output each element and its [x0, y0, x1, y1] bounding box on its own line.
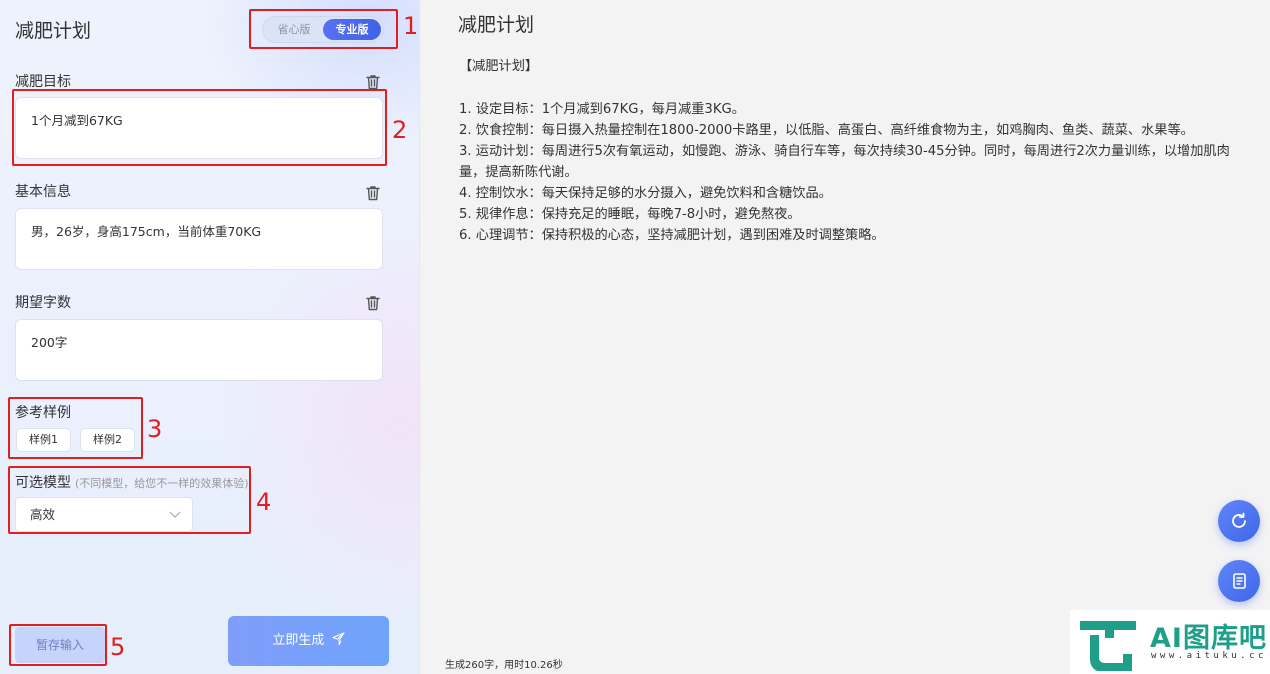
watermark: AI图库吧 www.aituku.cc	[1070, 610, 1270, 674]
annotation-box-3	[8, 397, 143, 459]
watermark-url: www.aituku.cc	[1151, 651, 1267, 661]
basic-info-label: 基本信息	[15, 184, 71, 200]
output-line: 6. 心理调节：保持积极的心态，坚持减肥计划，遇到困难及时调整策略。	[459, 228, 885, 243]
basic-info-input[interactable]: 男，26岁，身高175cm，当前体重70KG	[15, 208, 383, 270]
annotation-box-4	[8, 466, 251, 534]
send-icon	[332, 632, 345, 646]
output-panel: 减肥计划 【减肥计划】 1. 设定目标：1个月减到67KG，每月减重3KG。 2…	[421, 0, 1270, 674]
trash-icon[interactable]	[364, 184, 382, 202]
annotation-number-3: 3	[147, 415, 163, 443]
refresh-icon	[1232, 512, 1246, 528]
aituku-logo-icon	[1080, 621, 1136, 671]
goal-label: 减肥目标	[15, 74, 71, 90]
word-count-input[interactable]: 200字	[15, 319, 383, 381]
output-line: 3. 运动计划：每周进行5次有氧运动，如慢跑、游泳、骑自行车等，每次持续30-4…	[459, 144, 1230, 180]
output-line: 5. 规律作息：保持充足的睡眠，每晚7-8小时，避免熬夜。	[459, 207, 801, 222]
word-count-label: 期望字数	[15, 295, 71, 311]
generation-stats: 生成260字，用时10.26秒	[445, 660, 563, 671]
watermark-name: AI图库吧	[1150, 623, 1267, 654]
output-line: 4. 控制饮水：每天保持足够的水分摄入，避免饮料和含糖饮品。	[459, 186, 832, 201]
annotation-box-2	[12, 89, 387, 166]
generate-button[interactable]: 立即生成	[228, 616, 389, 666]
annotation-number-2: 2	[392, 116, 408, 144]
annotation-number-1: 1	[403, 12, 419, 40]
trash-icon[interactable]	[364, 294, 382, 312]
generate-button-label: 立即生成	[272, 633, 325, 648]
annotation-box-1	[249, 9, 398, 49]
output-title: 减肥计划	[458, 14, 535, 36]
copy-button[interactable]	[1218, 560, 1260, 602]
app-title: 减肥计划	[15, 20, 92, 42]
regenerate-button[interactable]	[1218, 500, 1260, 542]
output-heading: 【减肥计划】	[459, 59, 539, 74]
annotation-number-4: 4	[256, 488, 272, 516]
output-line: 2. 饮食控制：每日摄入热量控制在1800-2000卡路里，以低脂、高蛋白、高纤…	[459, 123, 1194, 138]
annotation-number-5: 5	[110, 633, 126, 661]
annotation-box-5	[9, 624, 107, 666]
output-line: 1. 设定目标：1个月减到67KG，每月减重3KG。	[459, 102, 745, 117]
output-content: 【减肥计划】 1. 设定目标：1个月减到67KG，每月减重3KG。 2. 饮食控…	[459, 56, 1239, 246]
document-icon	[1233, 573, 1246, 589]
